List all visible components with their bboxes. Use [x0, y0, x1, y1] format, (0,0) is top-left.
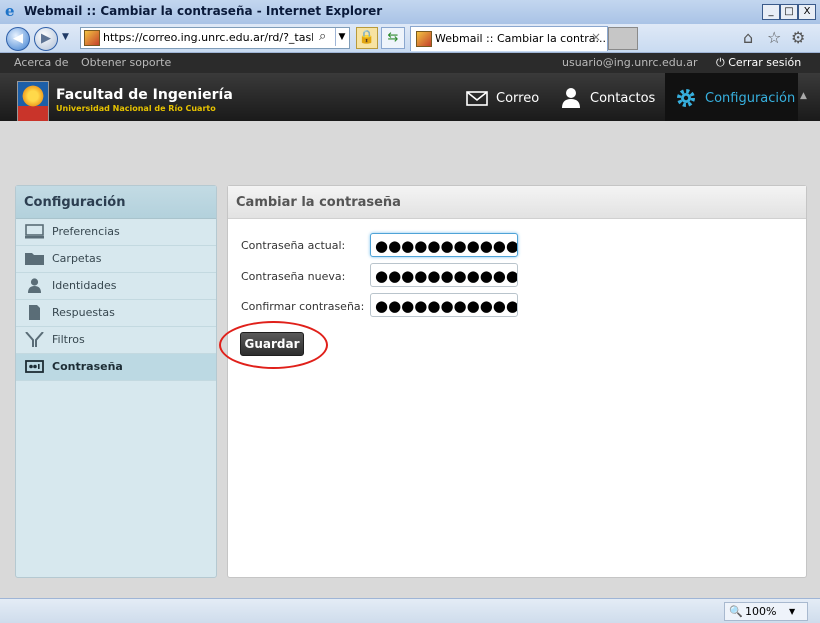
user-email: usuario@ing.unrc.edu.ar [562, 56, 698, 69]
sidebar-item-filters[interactable]: Filtros [16, 327, 216, 354]
nav-contacts-label: Contactos [590, 91, 656, 106]
forward-button[interactable]: ▶ [34, 27, 58, 51]
sidebar-item-label: Contraseña [52, 360, 123, 373]
site-favicon-icon [84, 30, 100, 46]
highlight-circle [219, 321, 328, 369]
about-link[interactable]: Acerca de [14, 56, 68, 69]
sidebar-item-password[interactable]: Contraseña [16, 354, 216, 381]
search-icon[interactable]: ⌕ [319, 29, 326, 44]
current-password-field[interactable]: ●●●●●●●●●●●● [370, 233, 518, 257]
zoom-level: 100% [745, 605, 777, 618]
logo-title: Facultad de Ingeniería [56, 87, 233, 103]
top-links-bar: Acerca de Obtener soporte usuario@ing.un… [0, 53, 820, 73]
gear-settings-icon [677, 89, 695, 107]
confirm-password-field[interactable]: ●●●●●●●●●●●●●● [370, 293, 518, 317]
password-icon [25, 359, 44, 374]
logout-label: Cerrar sesión [728, 56, 802, 69]
home-icon[interactable]: ⌂ [743, 28, 753, 47]
app-header: Facultad de Ingeniería Universidad Nacio… [0, 73, 820, 127]
sidebar-heading: Configuración [16, 186, 216, 219]
sidebar-item-label: Identidades [52, 279, 117, 292]
document-icon [25, 305, 44, 320]
tab-close-icon[interactable]: × [591, 30, 601, 44]
sidebar-item-label: Filtros [52, 333, 85, 346]
favorites-star-icon[interactable]: ☆ [767, 28, 781, 47]
window-titlebar: e Webmail :: Cambiar la contraseña - Int… [0, 0, 820, 25]
maximize-button[interactable]: □ [780, 4, 798, 20]
sidebar-item-identities[interactable]: Identidades [16, 273, 216, 300]
url-text[interactable]: https://correo.ing.unrc.edu.ar/rd/?_task… [103, 31, 313, 44]
folder-icon [25, 251, 44, 266]
filter-icon [25, 331, 44, 347]
new-password-field[interactable]: ●●●●●●●●●●●●●● [370, 263, 518, 287]
settings-sidebar: Configuración Preferencias Carpetas Iden… [15, 185, 217, 578]
history-dropdown-icon[interactable]: ▼ [62, 32, 69, 42]
address-dropdown-icon[interactable]: ▼ [335, 28, 348, 46]
collapse-header-icon[interactable]: ▲ [800, 91, 807, 101]
tab-favicon-icon [416, 31, 432, 47]
zoom-dropdown-icon[interactable]: ▼ [789, 603, 795, 620]
support-link[interactable]: Obtener soporte [81, 56, 171, 69]
logout-link[interactable]: ⏻ Cerrar sesión [716, 56, 801, 70]
gear-icon[interactable]: ⚙ [791, 28, 805, 47]
browser-tab[interactable]: Webmail :: Cambiar la contra... × [410, 26, 608, 51]
browser-navbar: ◀ ▶ ▼ https://correo.ing.unrc.edu.ar/rd/… [0, 24, 820, 53]
sidebar-item-responses[interactable]: Respuestas [16, 300, 216, 327]
lock-icon[interactable]: 🔒 [356, 27, 378, 49]
nav-settings[interactable]: Configuración [665, 73, 798, 121]
sidebar-item-preferences[interactable]: Preferencias [16, 219, 216, 246]
nav-mail[interactable]: Correo [460, 73, 550, 121]
current-password-label: Contraseña actual: [241, 239, 346, 252]
nav-settings-label: Configuración [705, 91, 796, 106]
zoom-icon: 🔍 [729, 605, 743, 618]
sidebar-heading-text: Configuración [24, 195, 126, 210]
browser-statusbar: 🔍 100% ▼ [0, 598, 820, 623]
monitor-icon [25, 224, 44, 239]
person-icon [25, 278, 44, 293]
sidebar-item-label: Preferencias [52, 225, 120, 238]
logo-sun-icon [21, 84, 45, 108]
nav-mail-label: Correo [496, 91, 540, 106]
minimize-button[interactable]: _ [762, 4, 780, 20]
confirm-password-label: Confirmar contraseña: [241, 300, 365, 313]
sidebar-item-label: Carpetas [52, 252, 102, 265]
back-button[interactable]: ◀ [6, 27, 30, 51]
close-window-button[interactable]: X [798, 4, 816, 20]
logo-subtitle: Universidad Nacional de Río Cuarto [56, 104, 216, 113]
address-bar[interactable]: https://correo.ing.unrc.edu.ar/rd/?_task… [80, 27, 350, 49]
new-tab-button[interactable] [608, 27, 638, 50]
zoom-control[interactable]: 🔍 100% ▼ [724, 602, 808, 621]
refresh-icon[interactable]: ⇆ [381, 27, 405, 49]
person-icon [562, 88, 580, 108]
envelope-icon [466, 91, 488, 106]
panel-heading: Cambiar la contraseña [228, 186, 806, 219]
password-panel: Cambiar la contraseña Contraseña actual:… [227, 185, 807, 578]
nav-contacts[interactable]: Contactos [558, 73, 658, 121]
window-title: Webmail :: Cambiar la contraseña - Inter… [24, 4, 383, 18]
new-password-label: Contraseña nueva: [241, 270, 346, 283]
power-icon: ⏻ [716, 56, 725, 69]
panel-title: Cambiar la contraseña [236, 195, 401, 210]
tab-label: Webmail :: Cambiar la contra... [435, 32, 606, 45]
sidebar-item-label: Respuestas [52, 306, 115, 319]
ie-logo-icon: e [5, 2, 15, 20]
sidebar-item-folders[interactable]: Carpetas [16, 246, 216, 273]
